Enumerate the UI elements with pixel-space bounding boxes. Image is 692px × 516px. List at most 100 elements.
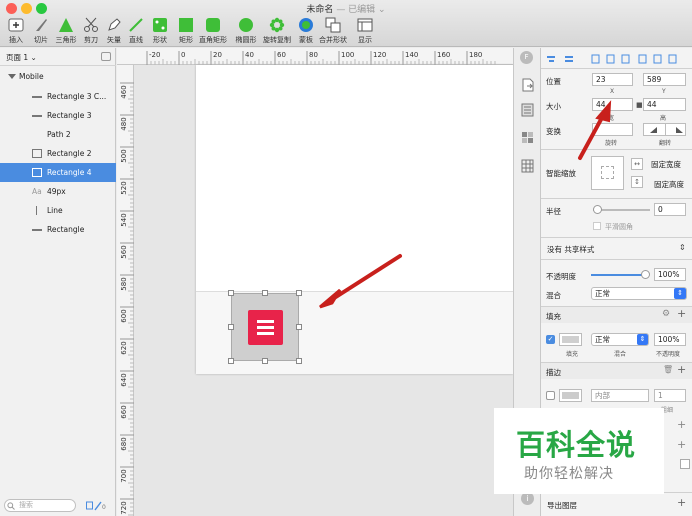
layer-row[interactable]: Rectangle <box>0 220 116 239</box>
radius-slider-knob[interactable] <box>593 205 602 214</box>
layer-row[interactable]: Rectangle 4 <box>0 163 116 182</box>
smooth-corners-checkbox[interactable] <box>593 222 601 230</box>
grid-icon[interactable] <box>521 159 534 173</box>
border-position-select[interactable]: 内部 <box>591 389 649 402</box>
border-color-well[interactable] <box>559 389 582 402</box>
ruler-label: 100 <box>341 51 354 59</box>
resize-handle[interactable] <box>262 358 268 364</box>
ruler-label: 160 <box>437 51 450 59</box>
annotation-arrow-icon <box>319 254 402 309</box>
layer-row[interactable]: Aa 49px <box>0 182 116 201</box>
artboard-row[interactable]: Mobile <box>0 67 116 86</box>
layer-row[interactable]: Rectangle 3 C... <box>0 87 116 106</box>
add-border-icon[interactable]: + <box>677 363 686 376</box>
ruler-label: -20 <box>149 51 160 59</box>
line-icon <box>32 229 42 231</box>
align-buttons-icon[interactable] <box>547 54 687 64</box>
radius-input[interactable]: 0 <box>654 203 686 216</box>
document-status: — 已编辑 ⌄ <box>336 5 386 15</box>
collapse-pages-icon[interactable] <box>101 52 111 61</box>
blending-select[interactable]: 正常 <box>591 287 687 300</box>
resize-handle[interactable] <box>296 290 302 296</box>
vertical-ruler[interactable]: 460 480 500 520 540 560 580 600 620 640 660 680 700 7… <box>117 65 134 516</box>
flip-caption: 翻转 <box>659 140 672 147</box>
combine-tool[interactable]: 合并形状 <box>318 17 348 45</box>
inspector-icon[interactable] <box>521 103 534 117</box>
layer-row[interactable]: Rectangle 2 <box>0 144 116 163</box>
flip-buttons[interactable] <box>643 123 686 136</box>
border-width-input[interactable]: 1 <box>654 389 686 402</box>
resizing-box <box>601 166 614 179</box>
fix-width-label: 固定宽度 <box>651 160 681 169</box>
border-swatch <box>562 392 579 399</box>
page-name: 页面 1 ⌄ <box>6 53 37 62</box>
size-height-input[interactable]: 44 <box>643 98 686 111</box>
oval-tool[interactable]: 椭圆形 <box>231 17 261 45</box>
opacity-label: 不透明度 <box>546 272 576 281</box>
fix-width-icon[interactable]: ↔ <box>631 158 643 170</box>
opacity-slider[interactable] <box>591 274 647 276</box>
trash-icon[interactable]: 🗑 <box>663 365 673 374</box>
fix-height-icon[interactable]: ↕ <box>631 176 643 188</box>
lock-ratio-icon[interactable]: ■ <box>636 101 643 109</box>
opacity-input[interactable]: 100% <box>654 268 686 281</box>
page-selector[interactable]: 页面 1 ⌄ <box>0 48 116 66</box>
resize-handle[interactable] <box>228 324 234 330</box>
knife-icon <box>36 19 47 31</box>
rounded-rect-tool[interactable]: 直角矩形 <box>198 17 228 45</box>
position-x-caption: X <box>610 88 615 95</box>
components-icon[interactable] <box>521 131 534 145</box>
flower-icon <box>269 17 285 33</box>
horizontal-ruler[interactable]: -20 0 20 40 60 80 100 120 140 160 180 <box>117 48 513 65</box>
rotate-copy-label: 旋转复制 <box>263 36 291 44</box>
layer-row[interactable]: Rectangle 3 <box>0 106 116 125</box>
flip-icon <box>650 127 683 133</box>
fill-color-well[interactable] <box>559 333 582 346</box>
menu-icon[interactable] <box>248 310 283 345</box>
layers-panel: 页面 1 ⌄ Mobile Rectangle 3 C... Rectangle … <box>0 48 116 516</box>
fill-opacity-input[interactable]: 100% <box>654 333 686 346</box>
svg-text:0: 0 <box>102 504 106 511</box>
shared-style-select[interactable]: 没有 共享样式 <box>547 244 594 255</box>
add-inner-shadow-icon[interactable]: + <box>677 438 686 451</box>
diagonal-line-icon <box>129 18 143 32</box>
fill-enabled-checkbox[interactable]: ✓ <box>546 335 555 344</box>
layer-row[interactable]: Line <box>0 201 116 220</box>
rotate-copy-tool[interactable]: 旋转复制 <box>262 17 292 45</box>
ruler-label: 640 <box>120 373 128 386</box>
layer-name: Rectangle 4 <box>47 168 92 177</box>
font-icon[interactable]: F <box>520 51 533 64</box>
layer-filter-icon[interactable]: 0 <box>86 501 106 511</box>
resize-handle[interactable] <box>296 324 302 330</box>
border-enabled-checkbox[interactable] <box>546 391 555 400</box>
select-stepper-icon[interactable]: ⇕ <box>674 288 686 299</box>
resize-handle[interactable] <box>228 290 234 296</box>
add-shadow-icon[interactable]: + <box>677 418 686 431</box>
add-fill-icon[interactable]: + <box>677 307 686 320</box>
position-y-input[interactable]: 589 <box>643 73 686 86</box>
position-x-input[interactable]: 23 <box>592 73 633 86</box>
canvas[interactable] <box>134 65 513 516</box>
position-y-caption: Y <box>662 88 666 95</box>
export-page-icon[interactable] <box>521 78 534 92</box>
mask-tool[interactable]: 蒙板 <box>291 17 321 45</box>
toolbar: 未命名 — 已编辑 ⌄ 插入 切片 三角形 剪刀 矢量 直线 形状 矩形 直角矩… <box>0 0 692 47</box>
resize-handle[interactable] <box>296 358 302 364</box>
ruler-label: 600 <box>120 309 128 322</box>
resize-handle[interactable] <box>228 358 234 364</box>
pen-icon <box>108 18 121 31</box>
rectangle-tool[interactable]: 矩形 <box>171 17 201 45</box>
display-tool[interactable]: 显示 <box>350 17 380 45</box>
layer-name: Rectangle <box>47 225 85 234</box>
gear-icon[interactable]: ⚙ <box>662 309 670 319</box>
add-export-icon[interactable]: + <box>677 496 686 509</box>
disclosure-triangle-icon[interactable] <box>8 74 16 79</box>
ruler-label: 660 <box>120 405 128 418</box>
opacity-slider-knob[interactable] <box>641 270 650 279</box>
chevron-updown-icon[interactable]: ⇕ <box>679 243 686 252</box>
select-stepper-icon[interactable]: ⇕ <box>637 334 648 345</box>
layer-row[interactable]: Path 2 <box>0 125 116 144</box>
resize-handle[interactable] <box>262 290 268 296</box>
blur-checkbox[interactable] <box>680 459 690 469</box>
document-title: 未命名 <box>306 5 334 15</box>
